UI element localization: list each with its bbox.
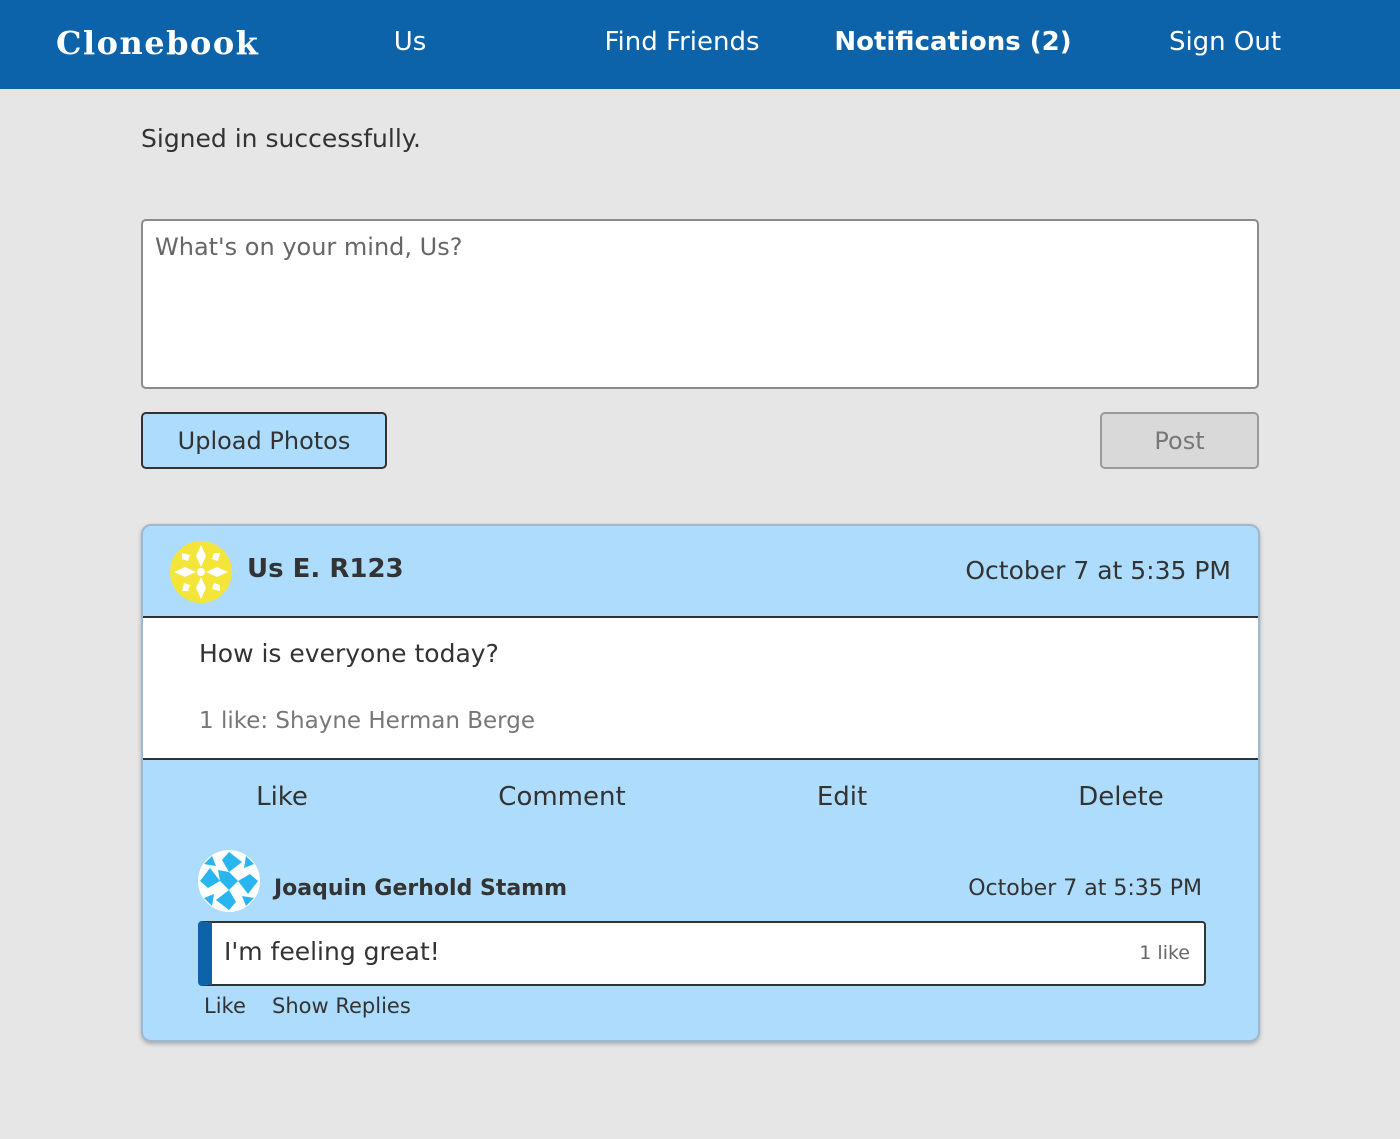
flash-message: Signed in successfully. [141,124,421,153]
post-edit-button[interactable]: Edit [742,782,942,812]
post-likes-summary[interactable]: 1 like: Shayne Herman Berge [199,708,535,734]
author-avatar-pattern-icon [170,541,232,603]
show-replies-button[interactable]: Show Replies [272,994,411,1018]
post-delete-button[interactable]: Delete [1021,782,1221,812]
post-comment-button[interactable]: Comment [462,782,662,812]
nav-link-sign-out[interactable]: Sign Out [1150,27,1300,57]
comment-box: I'm feeling great! 1 like [198,921,1206,986]
top-navbar: Clonebook Us Find Friends Notifications … [0,0,1400,89]
post-header: Us E. R123 October 7 at 5:35 PM [143,526,1258,618]
comment-timestamp: October 7 at 5:35 PM [968,876,1202,901]
comment-like-button[interactable]: Like [204,994,246,1018]
post-button[interactable]: Post [1100,412,1259,469]
post-text: How is everyone today? [199,639,499,668]
post-timestamp: October 7 at 5:35 PM [965,556,1231,585]
post-like-button[interactable]: Like [182,782,382,812]
nav-link-find-friends[interactable]: Find Friends [582,27,782,57]
post-composer-input[interactable] [141,219,1259,389]
author-avatar[interactable] [170,541,232,603]
commenter-avatar[interactable] [198,850,260,912]
comment-text: I'm feeling great! [224,937,440,966]
nav-link-profile[interactable]: Us [360,27,460,57]
post-author-name[interactable]: Us E. R123 [247,554,404,584]
commenter-avatar-pattern-icon [198,850,260,912]
brand-logo[interactable]: Clonebook [56,24,259,62]
nav-link-notifications[interactable]: Notifications (2) [830,27,1076,57]
post-card: Us E. R123 October 7 at 5:35 PM How is e… [141,524,1260,1042]
comment-likes-count[interactable]: 1 like [1139,942,1190,964]
post-body: How is everyone today? 1 like: Shayne He… [143,618,1258,760]
upload-photos-button[interactable]: Upload Photos [141,412,387,469]
comment-author-name[interactable]: Joaquin Gerhold Stamm [274,876,567,901]
